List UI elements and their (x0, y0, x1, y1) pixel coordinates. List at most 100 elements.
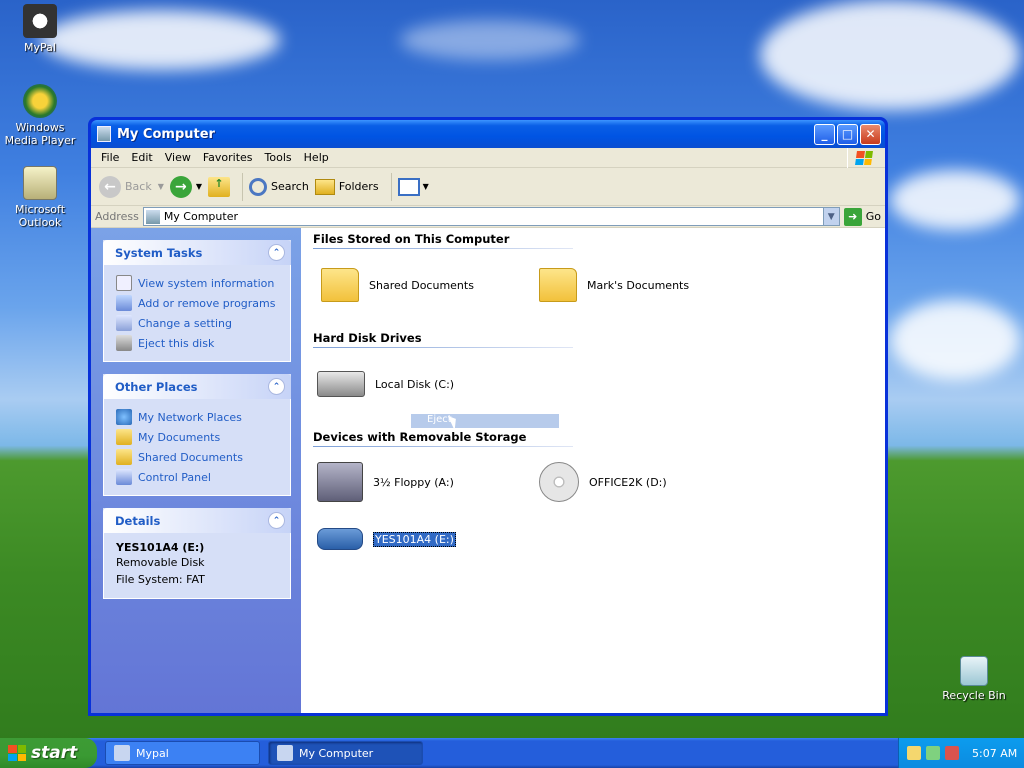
start-button[interactable]: start (0, 738, 97, 768)
my-computer-window: My Computer _ □ ✕ File Edit View Favorit… (88, 117, 888, 716)
views-icon (397, 177, 420, 196)
computer-icon (277, 745, 293, 761)
task-label: Change a setting (138, 316, 232, 330)
back-button[interactable]: ← Back ▼ (99, 175, 164, 198)
details-drive-name: YES101A4 (E:) (116, 541, 205, 554)
computer-icon (145, 209, 160, 224)
item-shared-documents[interactable]: Shared Documents (321, 268, 474, 302)
place-label: My Network Places (138, 410, 242, 424)
item-label: Mark's Documents (587, 278, 690, 292)
safely-remove-hardware-icon[interactable] (926, 746, 940, 760)
task-view-system-info[interactable]: View system information (116, 273, 280, 293)
media-player-icon (23, 84, 57, 118)
title-bar[interactable]: My Computer _ □ ✕ (91, 120, 885, 148)
search-icon (249, 177, 268, 196)
desktop-icon-mypal[interactable]: MyPal (0, 4, 80, 54)
add-remove-programs-icon (116, 295, 132, 311)
windows-logo (847, 148, 879, 168)
mypal-icon (23, 4, 57, 38)
security-shield-icon[interactable] (945, 746, 959, 760)
drag-ghost: Eject (411, 414, 559, 428)
collapse-chevron-icon[interactable]: ⌃ (268, 378, 285, 395)
control-panel-icon (116, 315, 132, 331)
forward-button[interactable]: → ▼ (169, 175, 202, 198)
item-local-disk-c[interactable]: Local Disk (C:) (317, 371, 454, 397)
item-label: Shared Documents (369, 278, 474, 292)
go-button[interactable]: ➜ Go (843, 207, 881, 226)
task-label: Eject this disk (138, 336, 215, 350)
menu-tools[interactable]: Tools (259, 151, 298, 164)
taskbar-button-mypal[interactable]: Mypal (105, 741, 260, 765)
address-field[interactable]: My Computer ▼ (142, 207, 840, 226)
details-panel: Details ⌃ YES101A4 (E:) Removable Disk F… (103, 508, 291, 599)
place-label: Shared Documents (138, 450, 243, 464)
address-bar: Address My Computer ▼ ➜ Go (91, 206, 885, 228)
system-tasks-header[interactable]: System Tasks ⌃ (103, 240, 291, 265)
group-hard-disk-drives: Hard Disk Drives (313, 331, 573, 348)
task-add-remove-programs[interactable]: Add or remove programs (116, 293, 280, 313)
desktop-icon-label: Windows Media Player (4, 121, 76, 147)
file-view: Files Stored on This Computer Shared Doc… (301, 228, 885, 713)
eject-disk-icon (116, 335, 132, 351)
close-button[interactable]: ✕ (860, 123, 881, 145)
up-folder-icon: ↑ (208, 176, 231, 197)
address-value: My Computer (163, 210, 238, 223)
go-arrow-icon: ➜ (843, 207, 862, 226)
place-my-documents[interactable]: My Documents (116, 427, 280, 447)
go-label: Go (865, 210, 881, 223)
item-floppy-a[interactable]: 3½ Floppy (A:) (317, 462, 454, 502)
place-network[interactable]: My Network Places (116, 407, 280, 427)
address-dropdown-icon[interactable]: ▼ (822, 208, 839, 225)
forward-dropdown-icon[interactable]: ▼ (196, 182, 202, 191)
details-header[interactable]: Details ⌃ (103, 508, 291, 533)
system-info-icon (116, 275, 132, 291)
taskbar-button-my-computer[interactable]: My Computer (268, 741, 423, 765)
menu-file[interactable]: File (95, 151, 125, 164)
toolbar-separator (390, 172, 392, 201)
search-button[interactable]: Search (249, 177, 309, 196)
collapse-chevron-icon[interactable]: ⌃ (268, 244, 285, 261)
task-change-setting[interactable]: Change a setting (116, 313, 280, 333)
network-places-icon (116, 409, 132, 425)
folders-button[interactable]: Folders (314, 178, 379, 195)
computer-icon (97, 126, 111, 142)
back-label: Back (125, 180, 152, 193)
menu-view[interactable]: View (159, 151, 197, 164)
item-marks-documents[interactable]: Mark's Documents (539, 268, 689, 302)
control-panel-icon (116, 469, 132, 485)
collapse-chevron-icon[interactable]: ⌃ (268, 512, 285, 529)
desktop-icon-recycle-bin[interactable]: Recycle Bin (934, 656, 1014, 702)
minimize-button[interactable]: _ (814, 123, 835, 145)
start-label: start (31, 743, 78, 763)
taskbar-button-label: Mypal (136, 746, 169, 760)
network-tray-icon[interactable] (907, 746, 921, 760)
desktop-icon-media-player[interactable]: Windows Media Player (0, 84, 80, 147)
hard-disk-icon (317, 371, 365, 397)
item-cd-d[interactable]: OFFICE2K (D:) (539, 462, 667, 502)
maximize-button[interactable]: □ (837, 123, 858, 145)
views-button[interactable]: ▼ (397, 177, 429, 196)
item-removable-e[interactable]: YES101A4 (E:) (317, 528, 456, 550)
search-label: Search (271, 180, 309, 193)
back-dropdown-icon[interactable]: ▼ (158, 182, 164, 191)
desktop-icon-label: Recycle Bin (942, 689, 1006, 702)
system-tray: 5:07 AM (898, 738, 1024, 768)
folder-icon (539, 268, 577, 302)
address-label: Address (95, 210, 139, 223)
windows-logo-icon (8, 745, 26, 761)
details-filesystem: File System: FAT (116, 573, 205, 586)
task-eject-disk[interactable]: Eject this disk (116, 333, 280, 353)
desktop-icon-outlook[interactable]: Microsoft Outlook (0, 166, 80, 229)
menu-favorites[interactable]: Favorites (197, 151, 259, 164)
other-places-header[interactable]: Other Places ⌃ (103, 374, 291, 399)
place-shared-documents[interactable]: Shared Documents (116, 447, 280, 467)
place-label: My Documents (138, 430, 221, 444)
mypal-icon (114, 745, 130, 761)
place-control-panel[interactable]: Control Panel (116, 467, 280, 487)
menu-edit[interactable]: Edit (125, 151, 158, 164)
task-pane: System Tasks ⌃ View system information A… (91, 228, 301, 713)
details-drive-type: Removable Disk (116, 556, 205, 569)
menu-help[interactable]: Help (298, 151, 335, 164)
folders-label: Folders (338, 180, 379, 193)
up-button[interactable]: ↑ (208, 176, 231, 197)
